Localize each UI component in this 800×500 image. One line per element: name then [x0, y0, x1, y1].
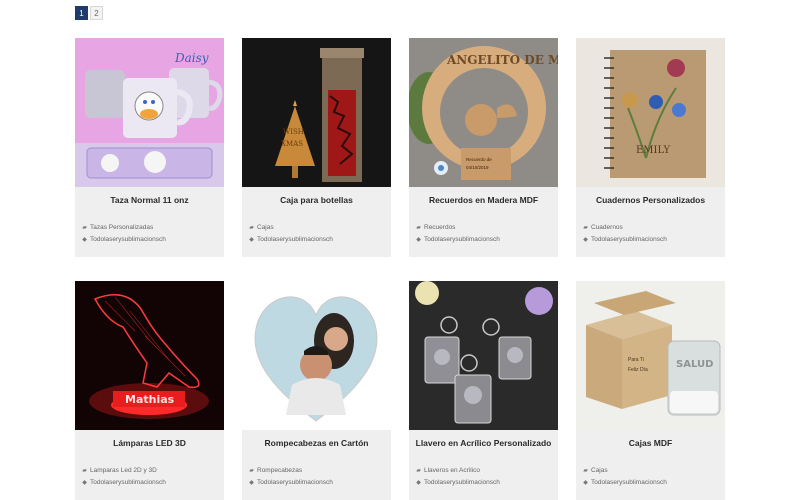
- tag-icon: ◆: [583, 480, 588, 486]
- product-card[interactable]: Rompecabezas en Cartón ▰ Rompecabezas ◆ …: [242, 281, 391, 500]
- image-text: ANGELITO DE MI GUARDA: [446, 53, 558, 67]
- product-image[interactable]: [242, 281, 391, 430]
- product-category: ▰ Llaveros en Acrilico: [415, 467, 480, 474]
- product-card[interactable]: ANGELITO DE MI GUARDA Recuerdo de 04/10/…: [409, 38, 558, 257]
- category-link[interactable]: Recuerdos: [424, 224, 455, 231]
- product-image[interactable]: WISH XMAS: [242, 38, 391, 187]
- category-link[interactable]: Cajas: [257, 224, 274, 231]
- category-link[interactable]: Llaveros en Acrilico: [424, 467, 480, 474]
- product-image[interactable]: Mathias: [75, 281, 224, 430]
- product-tag: ◆ Todolaserysublimacionsch: [81, 479, 166, 486]
- product-image[interactable]: Daisy: [75, 38, 224, 187]
- product-tag: ◆ Todolaserysublimacionsch: [582, 236, 667, 243]
- product-title[interactable]: Cajas MDF: [576, 438, 725, 448]
- folder-icon: ▰: [416, 468, 421, 474]
- product-card[interactable]: Llavero en Acrílico Personalizado ▰ Llav…: [409, 281, 558, 500]
- product-card[interactable]: EMILY Cuadernos Personalizados ▰ Cuadern…: [576, 38, 725, 257]
- tag-icon: ◆: [583, 237, 588, 243]
- product-tag: ◆ Todolaserysublimacionsch: [248, 236, 333, 243]
- image-text: Mathias: [125, 393, 175, 406]
- tag-icon: ◆: [249, 237, 254, 243]
- product-title[interactable]: Lámparas LED 3D: [75, 438, 224, 448]
- tag-link[interactable]: Todolaserysublimacionsch: [90, 479, 166, 486]
- category-link[interactable]: Cuadernos: [591, 224, 623, 231]
- tag-link[interactable]: Todolaserysublimacionsch: [591, 479, 667, 486]
- svg-text:XMAS: XMAS: [281, 140, 303, 148]
- svg-text:04/10/2019: 04/10/2019: [466, 165, 489, 170]
- product-title[interactable]: Llavero en Acrílico Personalizado: [409, 438, 558, 448]
- product-category: ▰ Tazas Personalizadas: [81, 224, 153, 231]
- product-image[interactable]: ANGELITO DE MI GUARDA Recuerdo de 04/10/…: [409, 38, 558, 187]
- product-tag: ◆ Todolaserysublimacionsch: [248, 479, 333, 486]
- pagination: 1 2: [75, 6, 103, 20]
- product-tag: ◆ Todolaserysublimacionsch: [81, 236, 166, 243]
- image-text: SALUD: [676, 359, 713, 370]
- svg-text:Recuerdo de: Recuerdo de: [466, 157, 492, 162]
- product-title[interactable]: Rompecabezas en Cartón: [242, 438, 391, 448]
- product-title[interactable]: Cuadernos Personalizados: [576, 195, 725, 205]
- tag-link[interactable]: Todolaserysublimacionsch: [257, 236, 333, 243]
- page-1-button[interactable]: 1: [75, 6, 88, 20]
- product-tag: ◆ Todolaserysublimacionsch: [582, 479, 667, 486]
- product-grid: Daisy Taza Normal 11 onz ▰ Tazas Persona…: [75, 38, 725, 500]
- tag-link[interactable]: Todolaserysublimacionsch: [424, 236, 500, 243]
- folder-icon: ▰: [82, 468, 87, 474]
- folder-icon: ▰: [249, 468, 254, 474]
- folder-icon: ▰: [416, 225, 421, 231]
- tag-icon: ◆: [416, 480, 421, 486]
- tag-icon: ◆: [416, 237, 421, 243]
- svg-text:Para Ti: Para Ti: [628, 357, 644, 363]
- svg-text:Feliz Día: Feliz Día: [628, 367, 648, 373]
- folder-icon: ▰: [583, 468, 588, 474]
- category-link[interactable]: Tazas Personalizadas: [90, 224, 153, 231]
- product-image[interactable]: [409, 281, 558, 430]
- product-title[interactable]: Caja para botellas: [242, 195, 391, 205]
- product-card[interactable]: Mathias Lámparas LED 3D ▰ Lamparas Led 2…: [75, 281, 224, 500]
- product-category: ▰ Cajas: [248, 224, 274, 231]
- category-link[interactable]: Cajas: [591, 467, 608, 474]
- svg-text:WISH: WISH: [283, 128, 304, 136]
- tag-link[interactable]: Todolaserysublimacionsch: [591, 236, 667, 243]
- product-title[interactable]: Recuerdos en Madera MDF: [409, 195, 558, 205]
- tag-icon: ◆: [249, 480, 254, 486]
- page-2-button[interactable]: 2: [90, 6, 103, 20]
- image-text: EMILY: [636, 145, 670, 156]
- product-category: ▰ Rompecabezas: [248, 467, 302, 474]
- product-title[interactable]: Taza Normal 11 onz: [75, 195, 224, 205]
- tag-link[interactable]: Todolaserysublimacionsch: [257, 479, 333, 486]
- svg-text:Daisy: Daisy: [174, 51, 209, 65]
- category-link[interactable]: Rompecabezas: [257, 467, 302, 474]
- product-image[interactable]: EMILY: [576, 38, 725, 187]
- tag-link[interactable]: Todolaserysublimacionsch: [424, 479, 500, 486]
- tag-link[interactable]: Todolaserysublimacionsch: [90, 236, 166, 243]
- folder-icon: ▰: [82, 225, 87, 231]
- product-card[interactable]: Daisy Taza Normal 11 onz ▰ Tazas Persona…: [75, 38, 224, 257]
- product-category: ▰ Lamparas Led 2D y 3D: [81, 467, 157, 474]
- product-tag: ◆ Todolaserysublimacionsch: [415, 479, 500, 486]
- product-image[interactable]: Para Ti Feliz Día SALUD: [576, 281, 725, 430]
- product-category: ▰ Recuerdos: [415, 224, 455, 231]
- product-tag: ◆ Todolaserysublimacionsch: [415, 236, 500, 243]
- product-category: ▰ Cuadernos: [582, 224, 623, 231]
- tag-icon: ◆: [82, 237, 87, 243]
- tag-icon: ◆: [82, 480, 87, 486]
- product-category: ▰ Cajas: [582, 467, 608, 474]
- folder-icon: ▰: [583, 225, 588, 231]
- product-card[interactable]: WISH XMAS Caja para botellas ▰ Cajas ◆ T…: [242, 38, 391, 257]
- category-link[interactable]: Lamparas Led 2D y 3D: [90, 467, 157, 474]
- folder-icon: ▰: [249, 225, 254, 231]
- product-card[interactable]: Para Ti Feliz Día SALUD Cajas MDF ▰ Caja…: [576, 281, 725, 500]
